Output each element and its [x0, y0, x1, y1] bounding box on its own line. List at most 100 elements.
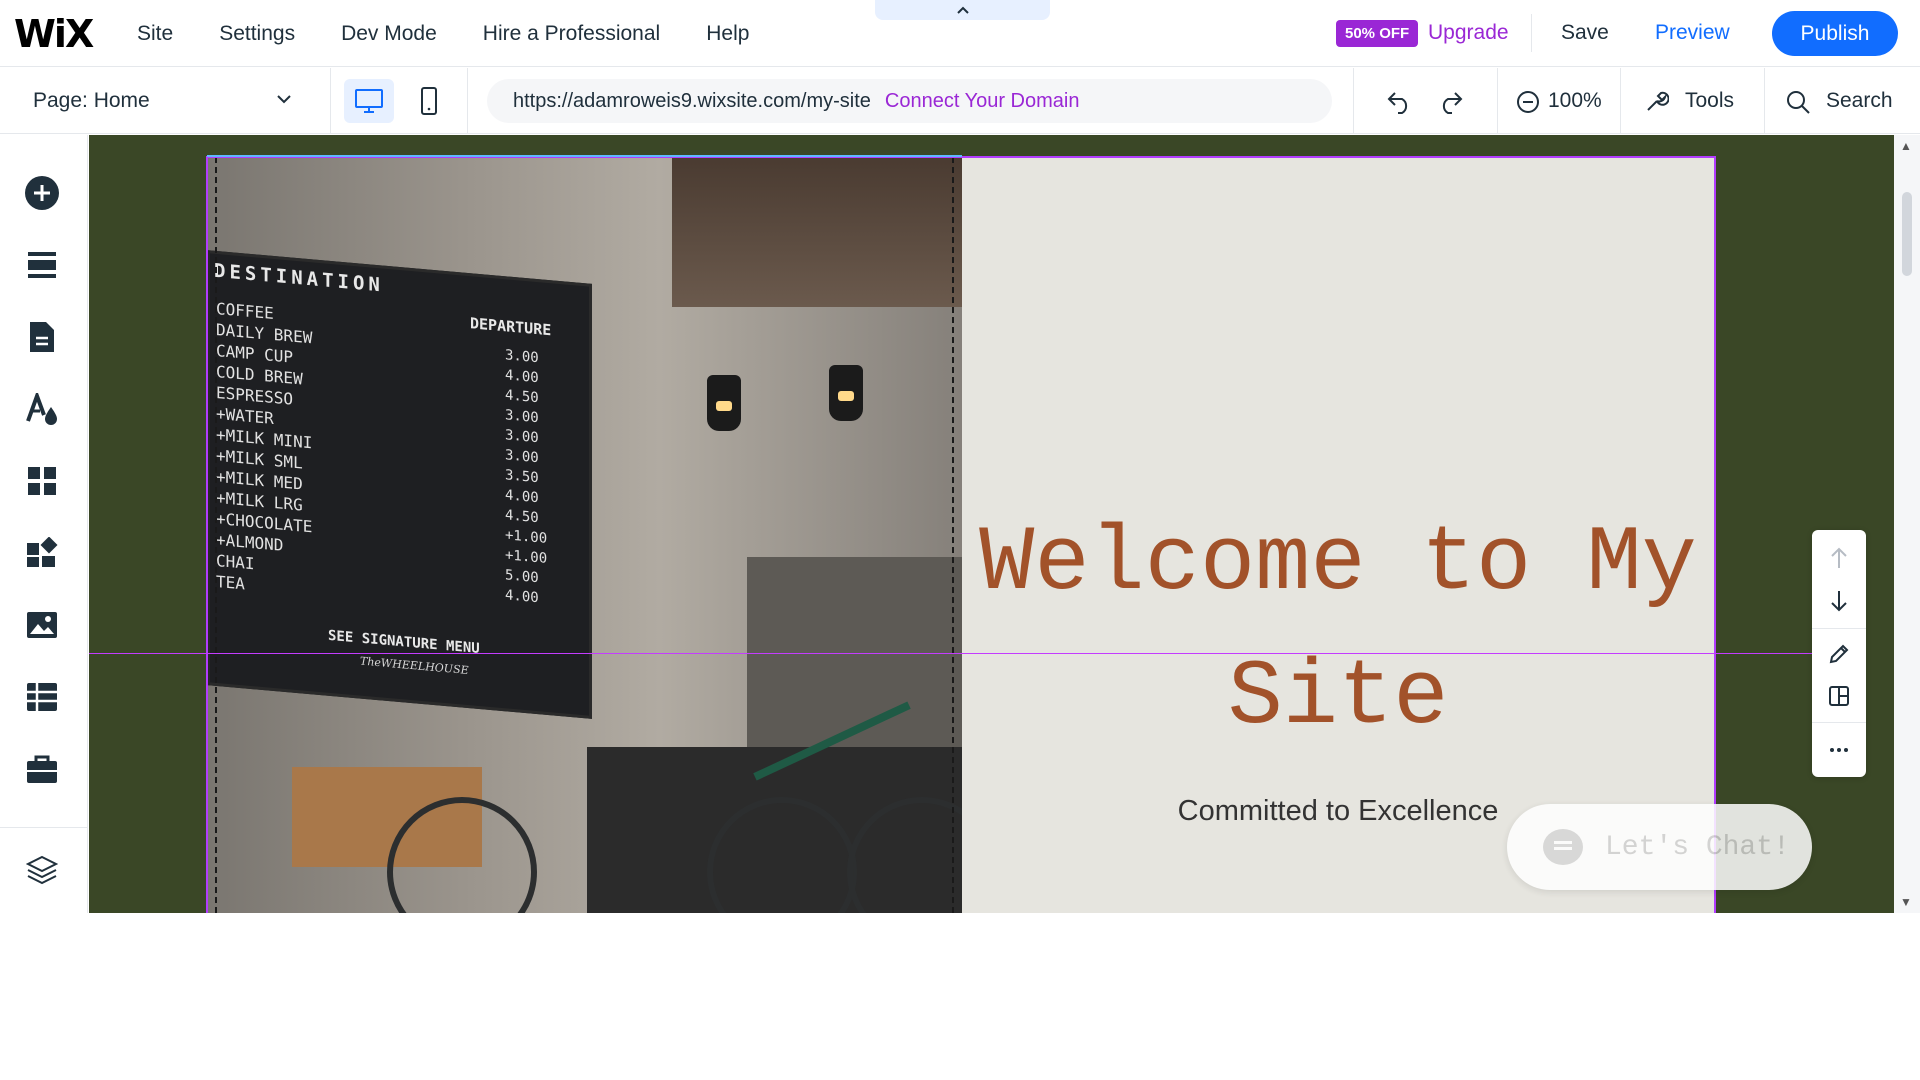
menu-hire-professional[interactable]: Hire a Professional: [483, 22, 660, 46]
pages-icon: [30, 322, 54, 352]
site-url-bar[interactable]: https://adamroweis9.wixsite.com/my-site …: [487, 79, 1332, 123]
move-down-button[interactable]: [1823, 585, 1855, 617]
divider: [1620, 68, 1621, 134]
chevron-up-icon: [956, 6, 969, 14]
arrow-down-icon: [1831, 591, 1847, 612]
add-icon: [25, 176, 59, 210]
divider: [1353, 68, 1354, 134]
zoom-minus-icon: [1517, 91, 1539, 113]
scroll-down-icon[interactable]: ▼: [1900, 895, 1912, 909]
add-apps-button[interactable]: [22, 461, 62, 501]
divider: [1497, 68, 1498, 134]
business-icon: [27, 537, 58, 567]
coffee-station: [747, 557, 962, 747]
collapse-toolbar-button[interactable]: [875, 0, 1050, 20]
page-selector[interactable]: Page: Home: [0, 68, 331, 134]
save-button[interactable]: Save: [1561, 21, 1609, 45]
welcome-heading[interactable]: Welcome to My Site: [962, 497, 1714, 765]
redo-button[interactable]: [1434, 86, 1466, 118]
chat-widget[interactable]: Let's Chat!: [1507, 804, 1812, 890]
mobile-view-button[interactable]: [404, 79, 454, 123]
desktop-icon: [355, 89, 383, 113]
cms-icon: [27, 683, 57, 711]
wix-logo[interactable]: WiX: [14, 12, 94, 56]
site-url: https://adamroweis9.wixsite.com/my-site: [513, 89, 871, 112]
section-tools-panel: [1812, 530, 1866, 777]
menu-price: 4.00: [505, 587, 539, 607]
pendant-lamp: [707, 375, 741, 431]
welcome-panel[interactable]: Welcome to My Site Committed to Excellen…: [962, 157, 1714, 913]
pendant-lamp: [829, 365, 863, 421]
wrench-icon: [1647, 91, 1669, 111]
add-elements-button[interactable]: [22, 173, 62, 213]
search-icon-button[interactable]: [1782, 86, 1814, 118]
editor-canvas[interactable]: DESTINATION DEPARTURE COFFEE DAILY BREW …: [89, 135, 1894, 913]
divider: [1531, 14, 1532, 52]
portfolio-button[interactable]: [22, 749, 62, 789]
alignment-guide: [89, 653, 1824, 654]
menu-dev-mode[interactable]: Dev Mode: [341, 22, 437, 46]
menu-chalkboard: DESTINATION DEPARTURE COFFEE DAILY BREW …: [207, 250, 592, 719]
move-up-button[interactable]: [1823, 542, 1855, 574]
divider: [1764, 68, 1765, 134]
layout-button[interactable]: [1823, 680, 1855, 712]
divider: [467, 68, 468, 134]
canvas-scrollbar[interactable]: ▲ ▼: [1894, 135, 1920, 913]
business-tools-button[interactable]: [22, 533, 62, 573]
connect-domain-link[interactable]: Connect Your Domain: [885, 90, 1080, 113]
menu-site[interactable]: Site: [137, 22, 173, 46]
chalkboard-title: DESTINATION: [214, 259, 384, 297]
cms-button[interactable]: [22, 677, 62, 717]
search-label[interactable]: Search: [1826, 89, 1893, 113]
editor-toolbar: Page: Home https://adamroweis9.wixsite.c…: [0, 68, 1920, 134]
pencil-icon: [1829, 644, 1849, 664]
publish-button[interactable]: Publish: [1772, 11, 1898, 56]
menu-settings[interactable]: Settings: [219, 22, 295, 46]
more-actions-button[interactable]: [1823, 734, 1855, 766]
divider: [1812, 628, 1866, 629]
pages-button[interactable]: [22, 317, 62, 357]
layout-icon: [1829, 686, 1849, 706]
chalkboard-column: DEPARTURE: [470, 314, 552, 340]
undo-icon: [1387, 92, 1408, 114]
discount-badge[interactable]: 50% OFF: [1336, 20, 1419, 47]
media-button[interactable]: [22, 605, 62, 645]
left-panel: [0, 135, 88, 913]
apps-icon: [28, 467, 56, 495]
edit-button[interactable]: [1823, 638, 1855, 670]
header-strip[interactable]: [89, 135, 1894, 157]
scroll-up-icon[interactable]: ▲: [1900, 139, 1912, 153]
strip-guide: [952, 157, 954, 913]
media-icon: [27, 612, 57, 638]
scroll-thumb[interactable]: [1902, 192, 1912, 276]
chalkboard-brand: TheWHEELHOUSE: [360, 654, 469, 678]
search-icon: [1787, 91, 1810, 114]
empty-area: [0, 913, 1920, 1080]
theme-icon: [26, 393, 57, 425]
chevron-down-icon: [277, 95, 291, 104]
site-design-button[interactable]: [22, 389, 62, 429]
more-icon: [1830, 748, 1848, 752]
upgrade-link[interactable]: Upgrade: [1428, 21, 1509, 45]
divider: [0, 827, 88, 828]
tools-icon-button[interactable]: [1640, 86, 1672, 118]
menu-help[interactable]: Help: [706, 22, 749, 46]
preview-button[interactable]: Preview: [1655, 21, 1730, 45]
layers-button[interactable]: [22, 850, 62, 890]
top-bar: WiX Site Settings Dev Mode Hire a Profes…: [0, 0, 1920, 67]
ceiling-ducts: [672, 157, 962, 307]
desktop-view-button[interactable]: [344, 79, 394, 123]
cafe-photo[interactable]: DESTINATION DEPARTURE COFFEE DAILY BREW …: [207, 157, 962, 913]
add-section-button[interactable]: [22, 245, 62, 285]
main-menu: Site Settings Dev Mode Hire a Profession…: [137, 0, 749, 67]
chalkboard-items: COFFEE DAILY BREW CAMP CUP COLD BREW ESP…: [216, 298, 312, 600]
tools-label[interactable]: Tools: [1685, 89, 1734, 113]
layers-icon: [26, 855, 58, 885]
portfolio-icon: [27, 755, 57, 783]
chat-label: Let's Chat!: [1605, 831, 1790, 863]
mobile-icon: [421, 87, 437, 115]
zoom-out-button[interactable]: [1512, 86, 1544, 118]
strip-guide: [215, 157, 217, 913]
undo-button[interactable]: [1384, 86, 1416, 118]
zoom-level[interactable]: 100%: [1548, 89, 1602, 113]
